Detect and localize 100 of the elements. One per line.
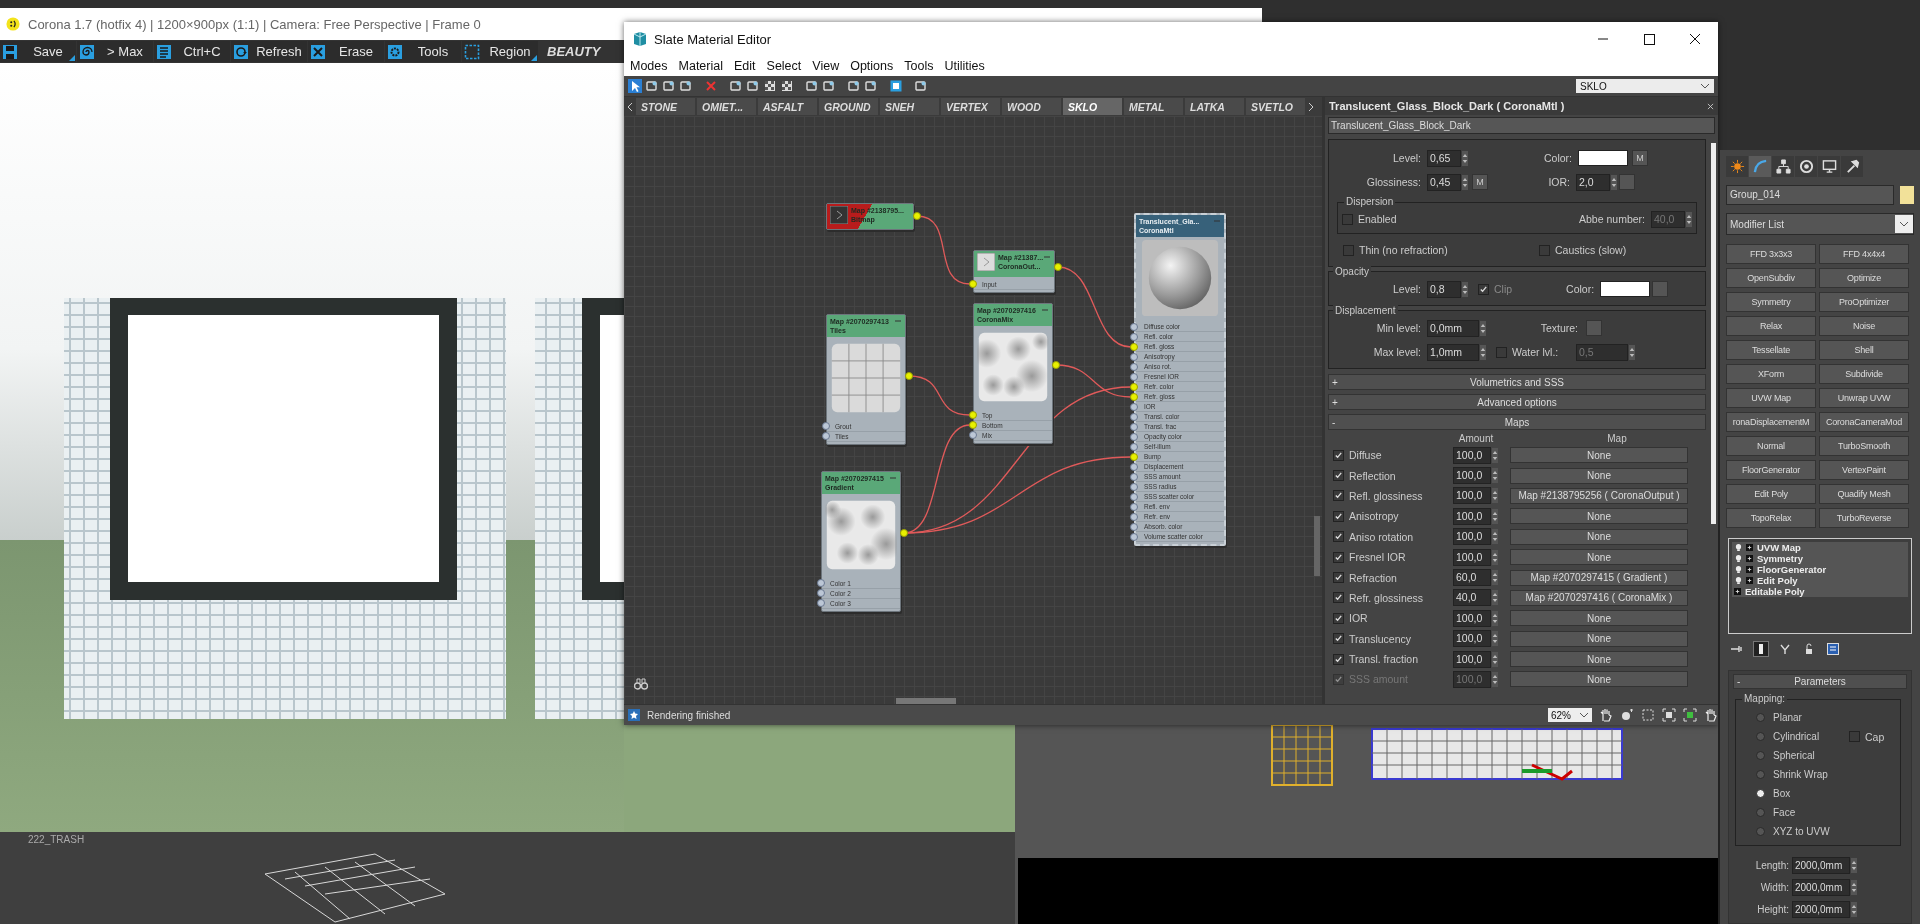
view-tab[interactable]: METAL xyxy=(1124,98,1183,115)
input-socket[interactable] xyxy=(969,421,977,429)
view-tab[interactable]: LATKA xyxy=(1185,98,1244,115)
rollout-header[interactable]: + Volumetrics and SSS xyxy=(1328,374,1706,390)
checkbox[interactable] xyxy=(1333,551,1344,563)
menu-item[interactable]: View xyxy=(812,59,840,73)
modifier-button[interactable]: TurboSmooth xyxy=(1819,436,1909,456)
number-field[interactable]: 1,0mm xyxy=(1427,343,1479,361)
number-field[interactable]: 2,0 xyxy=(1576,173,1610,191)
number-field[interactable]: 100,0 xyxy=(1453,528,1491,546)
input-socket[interactable] xyxy=(1130,463,1138,471)
input-socket[interactable] xyxy=(1130,513,1138,521)
modifier-button[interactable]: OpenSubdiv xyxy=(1726,268,1816,288)
number-field[interactable]: 0,65 xyxy=(1427,149,1461,167)
spinner-icon[interactable] xyxy=(1492,590,1498,606)
map-button[interactable]: None xyxy=(1510,651,1688,668)
number-field[interactable]: 100,0 xyxy=(1453,548,1491,566)
output-socket[interactable] xyxy=(1054,263,1062,271)
input-socket[interactable] xyxy=(1130,383,1138,391)
radio-button[interactable] xyxy=(1756,713,1765,722)
map-button[interactable]: None xyxy=(1510,528,1688,545)
map-button[interactable]: M xyxy=(1472,174,1488,190)
input-socket[interactable] xyxy=(1130,483,1138,491)
spinner-icon[interactable] xyxy=(1462,174,1468,190)
modifier-button[interactable]: Edit Poly xyxy=(1726,484,1816,504)
lightbulb-icon[interactable] xyxy=(1735,554,1742,563)
view-tab[interactable]: OMIET... xyxy=(697,98,756,115)
scroll-right-icon[interactable] xyxy=(1307,101,1315,112)
checkbox[interactable] xyxy=(1478,283,1489,295)
checkbox[interactable] xyxy=(1333,572,1344,584)
zoom-region-icon[interactable] xyxy=(1641,708,1655,722)
modifier-button[interactable]: Symmetry xyxy=(1726,292,1816,312)
toolbar-button[interactable]: Refresh xyxy=(231,41,307,62)
spinner-icon[interactable] xyxy=(1480,344,1486,360)
input-socket[interactable] xyxy=(1130,533,1138,541)
scrollbar[interactable] xyxy=(896,698,956,704)
frame-icon[interactable] xyxy=(1662,708,1676,722)
checkbox[interactable] xyxy=(1333,449,1344,461)
spinner-icon[interactable] xyxy=(1851,901,1857,917)
toolbar-button[interactable]: Region xyxy=(462,41,538,62)
expand-icon[interactable] xyxy=(1746,544,1753,551)
modifier-button[interactable]: Shell xyxy=(1819,340,1909,360)
number-field[interactable]: 100,0 xyxy=(1453,487,1491,505)
view-tab[interactable]: VERTEX xyxy=(941,98,1000,115)
pan-hand-icon[interactable] xyxy=(1599,708,1613,722)
scrollbar[interactable] xyxy=(1711,143,1716,524)
input-socket[interactable] xyxy=(1130,353,1138,361)
hierarchy-icon[interactable] xyxy=(1772,156,1794,177)
checkbox[interactable] xyxy=(1333,490,1344,502)
view-tab[interactable]: SVETLO xyxy=(1246,98,1305,115)
configure-icon[interactable] xyxy=(1826,642,1840,656)
toolbar-button[interactable]: Save xyxy=(0,41,76,62)
input-socket[interactable] xyxy=(1130,503,1138,511)
zoom-dropdown[interactable]: 62% xyxy=(1548,708,1592,722)
input-socket[interactable] xyxy=(1130,373,1138,381)
spinner-icon[interactable] xyxy=(1492,529,1498,545)
map-button[interactable]: None xyxy=(1510,630,1688,647)
view-tab[interactable]: SKLO xyxy=(1063,98,1122,115)
number-field[interactable]: 0,8 xyxy=(1427,280,1461,298)
spinner-icon[interactable] xyxy=(1492,468,1498,484)
modifier-button[interactable]: FFD 3x3x3 xyxy=(1726,244,1816,264)
map-button[interactable]: None xyxy=(1510,610,1688,627)
spinner-icon[interactable] xyxy=(1492,631,1498,647)
stack-item[interactable]: Edit Poly xyxy=(1732,575,1908,586)
input-socket[interactable] xyxy=(1130,333,1138,341)
radio-button[interactable] xyxy=(1756,732,1765,741)
input-socket[interactable] xyxy=(822,422,830,430)
number-field[interactable]: 100,0 xyxy=(1453,507,1491,525)
graph-node[interactable] xyxy=(1134,213,1226,546)
map-button[interactable]: None xyxy=(1510,447,1688,464)
output-socket[interactable] xyxy=(1052,361,1060,369)
spinner-icon[interactable] xyxy=(1462,150,1468,166)
checkbox[interactable] xyxy=(1849,731,1860,742)
number-field[interactable]: 100,0 xyxy=(1453,630,1491,648)
scroll-left-icon[interactable] xyxy=(626,101,634,112)
modifier-button[interactable]: XForm xyxy=(1726,364,1816,384)
modifier-button[interactable]: VertexPaint xyxy=(1819,460,1909,480)
object-color-swatch[interactable] xyxy=(1900,186,1914,204)
checkbox[interactable] xyxy=(1496,346,1507,358)
spinner-icon[interactable] xyxy=(1492,447,1498,463)
number-field[interactable]: 100,0 xyxy=(1453,609,1491,627)
view-dropdown[interactable]: SKLO xyxy=(1576,79,1714,93)
map-button[interactable]: Map #2070297415 ( Gradient ) xyxy=(1510,569,1688,586)
map-button[interactable]: Map #2138795256 ( CoronaOutput ) xyxy=(1510,487,1688,504)
checkbox[interactable] xyxy=(1333,592,1344,604)
toolbar-button[interactable]: Ctrl+C xyxy=(154,41,230,62)
scrollbar[interactable] xyxy=(1314,516,1320,576)
input-socket[interactable] xyxy=(1130,453,1138,461)
background-icon[interactable] xyxy=(780,79,794,93)
radio-button[interactable] xyxy=(1756,808,1765,817)
modifier-button[interactable]: Subdivide xyxy=(1819,364,1909,384)
view-tab[interactable]: GROUND xyxy=(819,98,878,115)
spinner-icon[interactable] xyxy=(1492,508,1498,524)
spinner-icon[interactable] xyxy=(1492,570,1498,586)
modifier-list-dropdown[interactable]: Modifier List xyxy=(1726,213,1914,235)
checker-icon[interactable] xyxy=(763,79,777,93)
spinner-icon[interactable] xyxy=(1851,857,1857,873)
number-field[interactable]: 100,0 xyxy=(1453,446,1491,464)
input-socket[interactable] xyxy=(822,432,830,440)
checkbox[interactable] xyxy=(1333,653,1344,665)
